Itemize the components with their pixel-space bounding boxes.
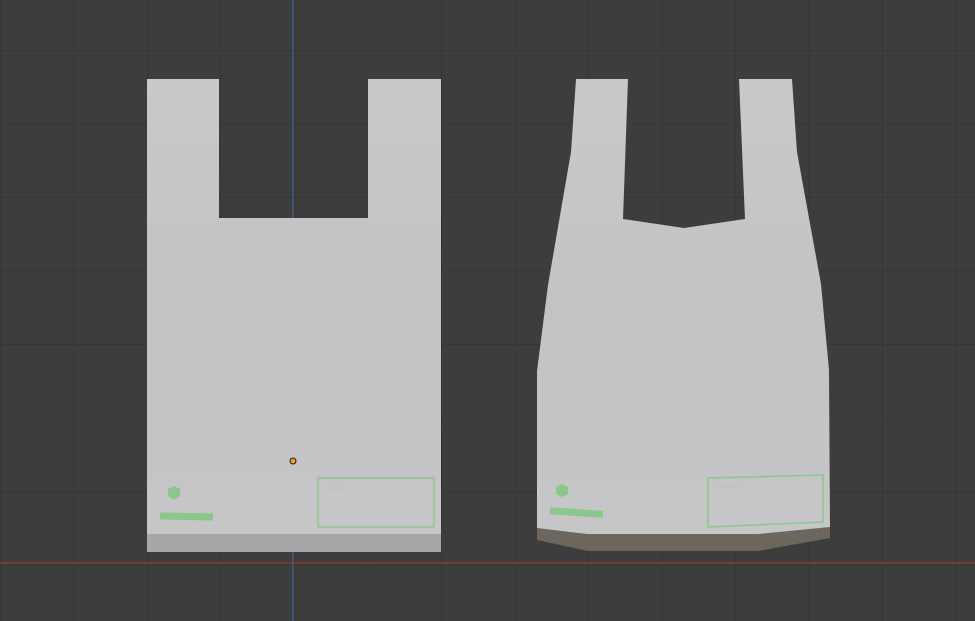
- object-origin-dot[interactable]: [289, 457, 297, 465]
- 3d-viewport[interactable]: [0, 0, 975, 621]
- bag-bottom-strip: [147, 534, 441, 552]
- bag-body: [147, 79, 441, 534]
- plastic-bag-shaped[interactable]: [537, 79, 830, 551]
- viewport-scene: [0, 0, 975, 621]
- plastic-bag-flat[interactable]: [147, 79, 441, 552]
- bag-body: [537, 79, 830, 535]
- logo-bar: [159, 512, 214, 521]
